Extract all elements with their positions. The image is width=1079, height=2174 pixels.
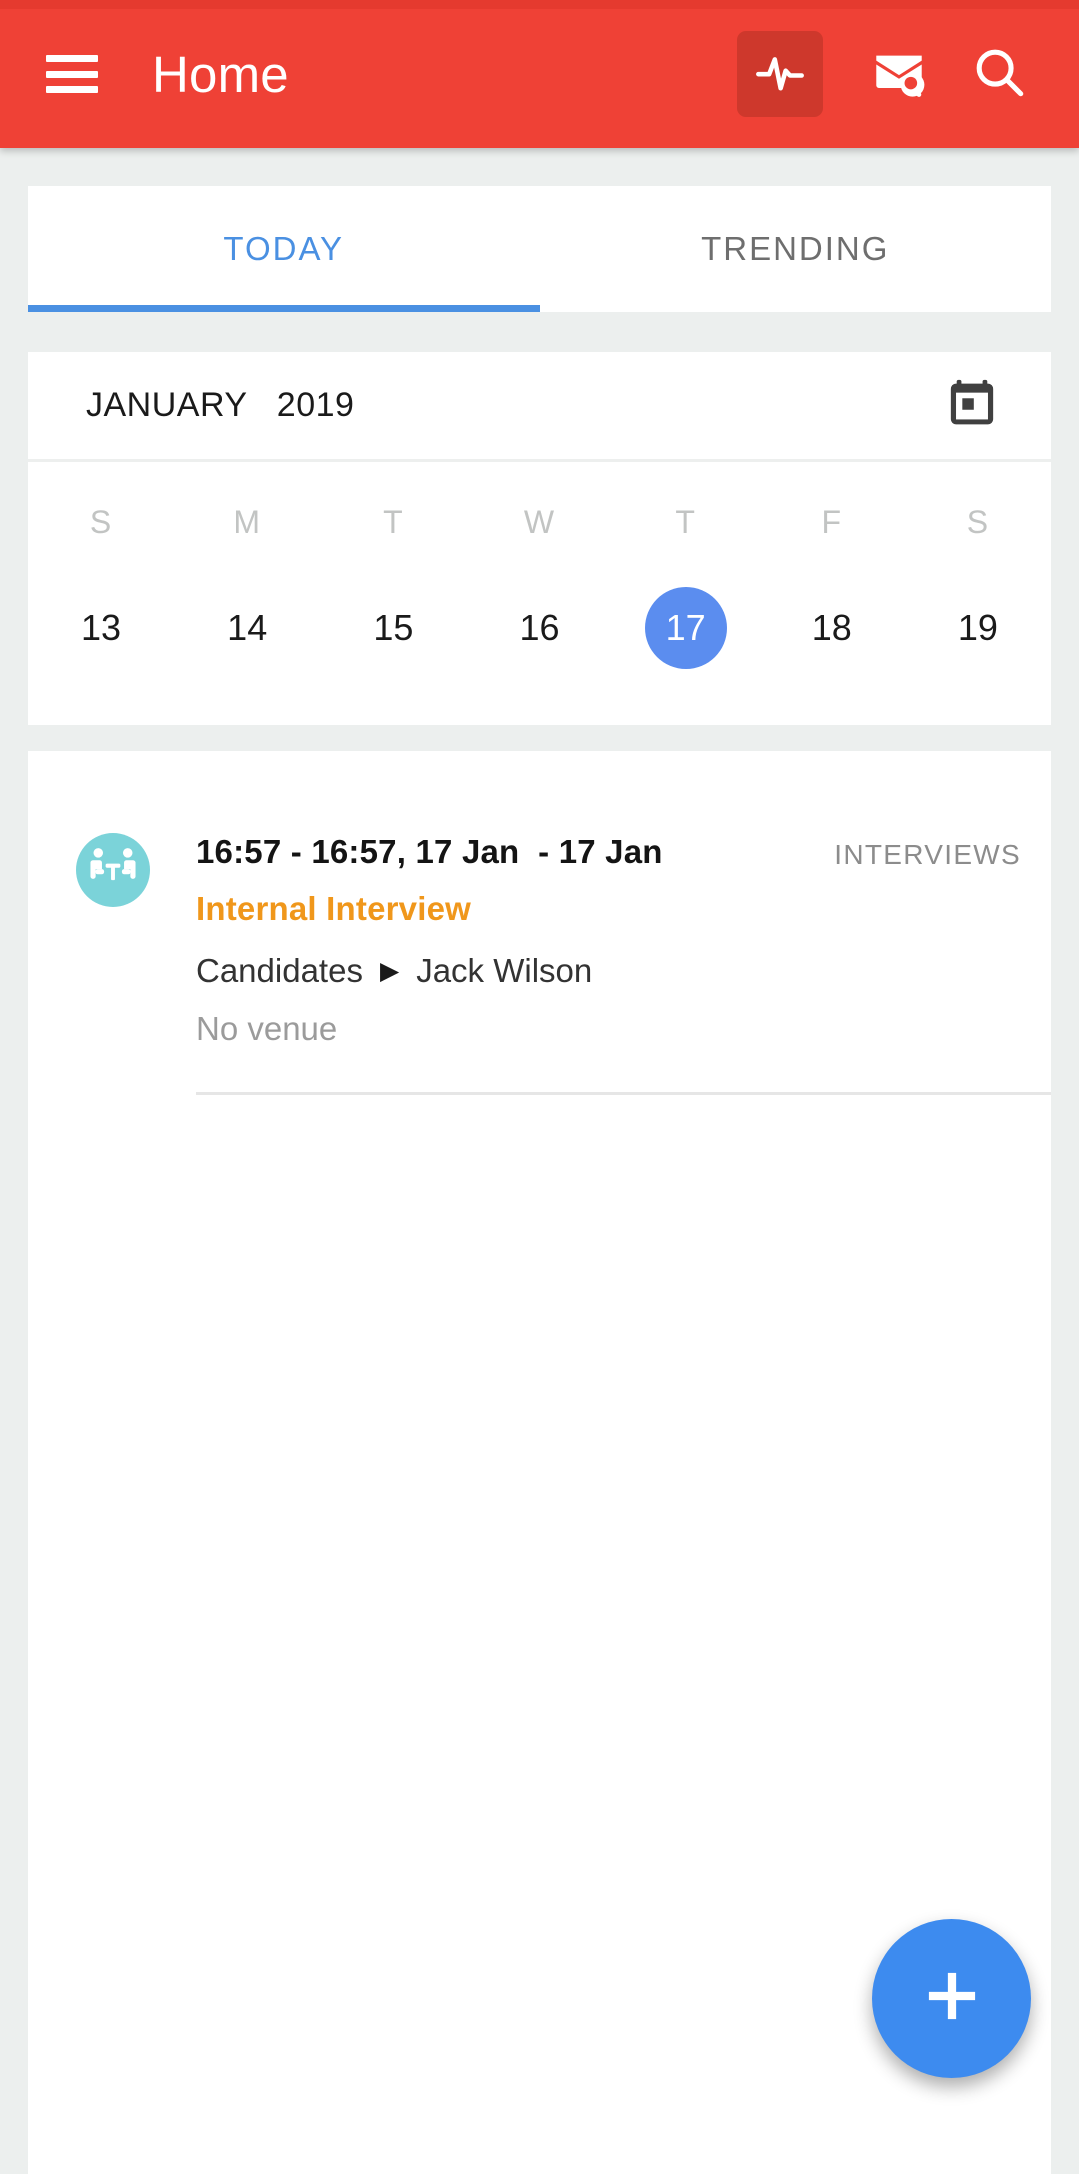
mail-search-button[interactable] [849,24,949,124]
page-title: Home [152,45,289,103]
weekday-label: S [89,504,113,540]
event-candidates-row: Candidates ▶ Jack Wilson [196,952,1021,990]
app-bar-actions [737,24,1079,124]
calendar-month-header: JANUARY 2019 [28,352,1051,462]
tab-active-indicator [28,305,540,312]
date-number: 14 [227,607,268,648]
date-number: 18 [811,607,852,648]
date-number: 16 [519,607,560,648]
search-icon [970,43,1028,106]
weekday-label: T [383,504,404,540]
search-button[interactable] [949,24,1049,124]
tab-bar: TODAY TRENDING [28,186,1051,312]
hamburger-menu-icon[interactable] [46,55,98,93]
pulse-activity-icon [754,46,806,103]
calendar-weekday-row: S M T W T F S [28,462,1051,541]
calendar-strip: JANUARY 2019 S M T W T F S 13 14 15 16 1… [28,352,1051,725]
tab-today[interactable]: TODAY [28,186,540,312]
calendar-month-year-label: JANUARY 2019 [86,386,355,424]
chevron-right-icon: ▶ [379,956,400,985]
calendar-dates-row: 13 14 15 16 17 18 19 [28,541,1051,725]
status-bar-strip [0,0,1079,9]
weekday-label: T [675,504,696,540]
add-button[interactable] [872,1919,1031,2078]
tab-today-label: TODAY [223,230,345,267]
event-title: Internal Interview [196,890,472,927]
event-time-range: 16:57 - 16:57, 17 Jan - 17 Jan [196,833,663,870]
weekday-label: W [523,504,556,540]
event-venue: No venue [196,1010,338,1047]
date-number: 13 [81,607,122,648]
calendar-date-17-selected[interactable]: 17 [613,587,759,669]
tab-trending[interactable]: TRENDING [540,186,1052,312]
weekday-label: F [821,504,843,540]
weekday-label: S [966,504,990,540]
avatar [76,833,150,907]
list-item[interactable]: 16:57 - 16:57, 17 Jan - 17 Jan INTERVIEW… [28,751,1051,1095]
event-meta-value: Jack Wilson [416,952,593,989]
date-number: 17 [644,587,727,669]
calendar-date-16[interactable]: 16 [466,587,612,669]
date-number: 19 [957,607,998,648]
app-screen: Home TODAY TRENDING JANUARY 2019 S M T W… [0,0,1079,2174]
event-details: 16:57 - 16:57, 17 Jan - 17 Jan INTERVIEW… [196,833,1051,1095]
calendar-date-14[interactable]: 14 [174,587,320,669]
calendar-date-19[interactable]: 19 [905,587,1051,669]
interview-meeting-icon [87,842,139,899]
mail-search-icon [870,43,928,106]
calendar-picker-button[interactable] [941,375,1003,437]
weekday-label: M [233,504,262,540]
pulse-activity-button[interactable] [737,31,823,117]
calendar-icon [945,376,999,435]
event-meta-label: Candidates [196,952,363,989]
calendar-date-13[interactable]: 13 [28,587,174,669]
date-number: 15 [373,607,414,648]
list-divider [196,1092,1051,1095]
plus-icon [919,1963,985,2034]
event-category-badge: INTERVIEWS [834,839,1021,870]
app-bar: Home [0,0,1079,148]
event-header-row: 16:57 - 16:57, 17 Jan - 17 Jan INTERVIEW… [196,833,1021,871]
calendar-date-18[interactable]: 18 [759,587,905,669]
calendar-date-15[interactable]: 15 [320,587,466,669]
tab-trending-label: TRENDING [701,230,890,267]
